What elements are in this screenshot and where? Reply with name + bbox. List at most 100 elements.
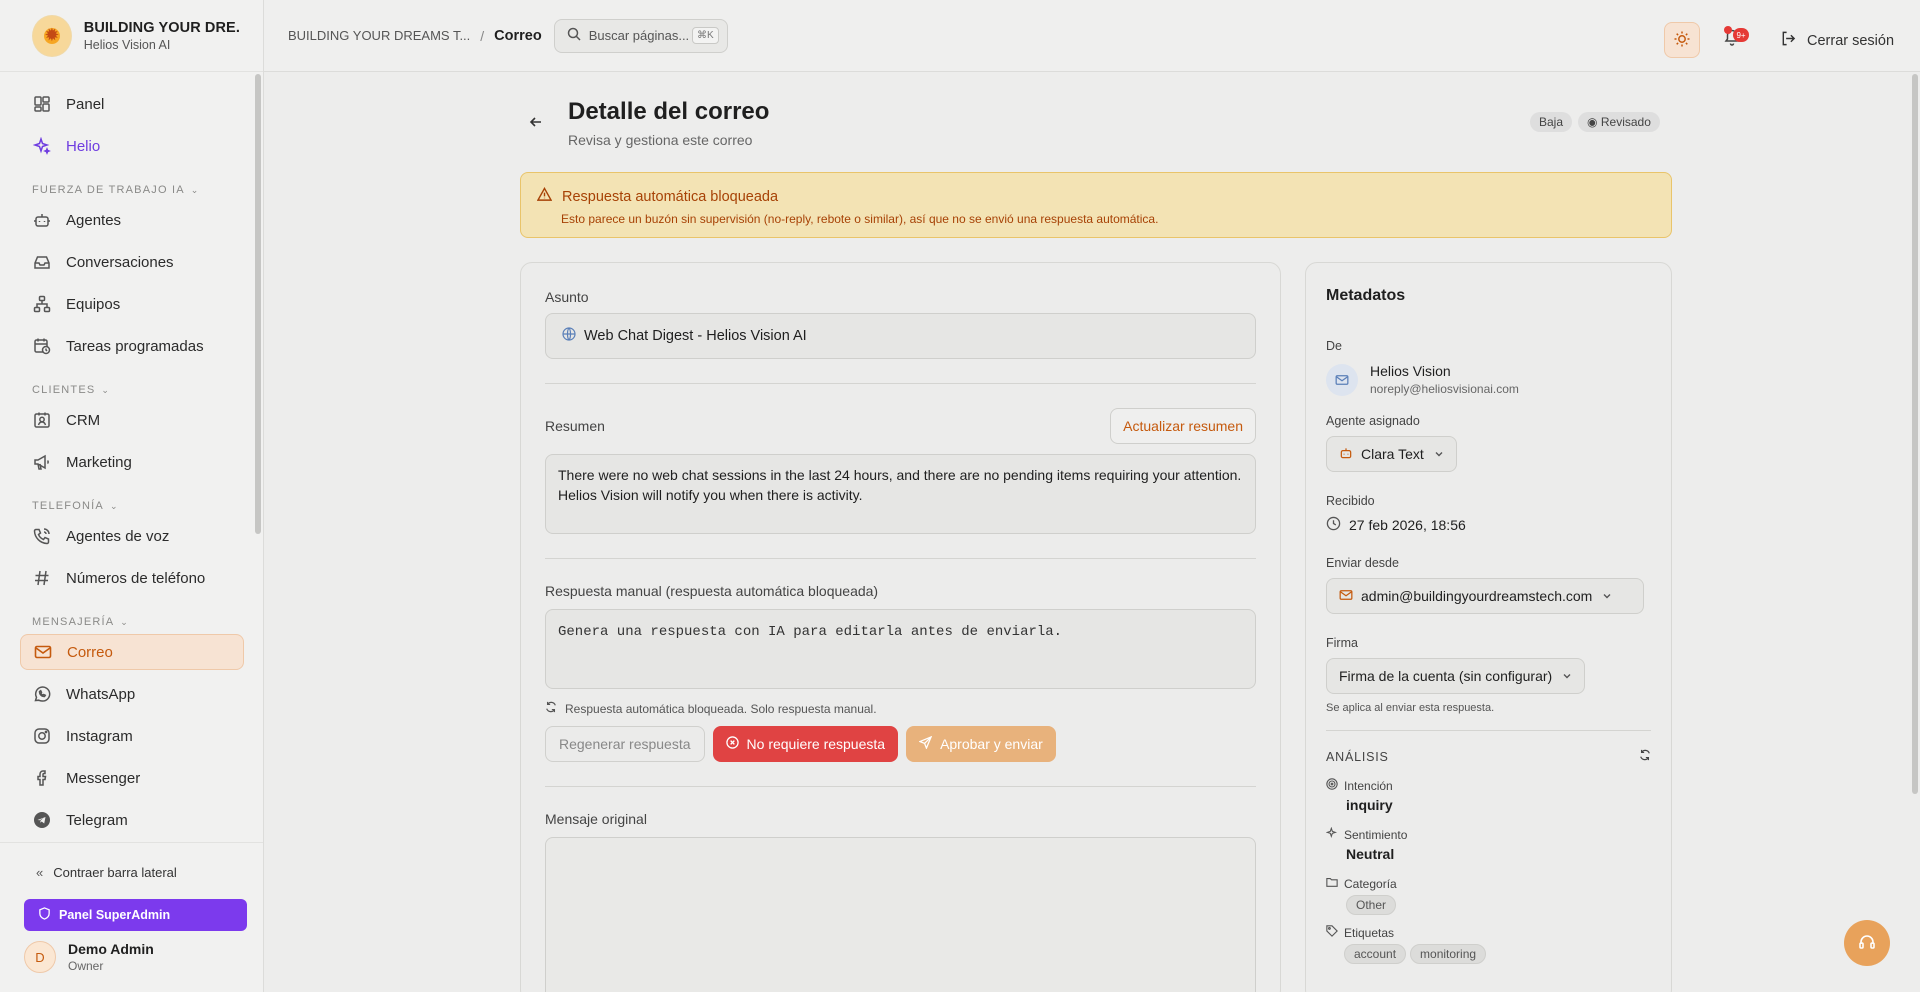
tag-icon bbox=[1326, 925, 1338, 940]
headset-icon bbox=[1858, 933, 1876, 954]
sentiment-label-row: Sentimiento bbox=[1325, 826, 1651, 842]
back-button[interactable] bbox=[528, 114, 544, 133]
sidebar-item-marketing[interactable]: Marketing bbox=[20, 444, 244, 480]
original-message-label: Mensaje original bbox=[545, 811, 647, 827]
sidebar-item-label: Equipos bbox=[66, 295, 121, 313]
sidebar-item-label: Tareas programadas bbox=[66, 337, 204, 355]
summary-textarea[interactable]: There were no web chat sessions in the l… bbox=[545, 454, 1256, 534]
check-circle-icon: ◉ bbox=[1587, 115, 1598, 129]
sidebar-item-panel[interactable]: Panel bbox=[20, 86, 244, 122]
received-date: 27 feb 2026, 18:56 bbox=[1349, 517, 1466, 533]
collapse-sidebar-button[interactable]: « Contraer barra lateral bbox=[24, 855, 247, 889]
section-label: TELEFONÍA bbox=[32, 500, 104, 512]
page-scrollbar[interactable] bbox=[1912, 74, 1918, 794]
section-label: FUERZA DE TRABAJO IA bbox=[32, 184, 185, 196]
sidebar-item-crm[interactable]: CRM bbox=[20, 402, 244, 438]
sidebar-item-label: Agentes de voz bbox=[66, 527, 170, 545]
approve-and-send-button[interactable]: Aprobar y enviar bbox=[906, 726, 1056, 762]
update-summary-button[interactable]: Actualizar resumen bbox=[1110, 408, 1256, 444]
chevron-down-icon bbox=[1434, 446, 1444, 462]
sidebar-item-whatsapp[interactable]: WhatsApp bbox=[20, 676, 244, 712]
search-icon bbox=[567, 27, 581, 44]
no-reply-label: No requiere respuesta bbox=[746, 736, 886, 752]
bot-icon bbox=[1339, 446, 1353, 463]
superadmin-panel-button[interactable]: Panel SuperAdmin bbox=[24, 899, 247, 931]
section-messaging[interactable]: MENSAJERÍA ⌄ bbox=[32, 616, 244, 628]
section-ai-workforce[interactable]: FUERZA DE TRABAJO IA ⌄ bbox=[32, 184, 244, 196]
breadcrumb-org[interactable]: BUILDING YOUR DREAMS T... bbox=[288, 28, 470, 43]
bot-icon bbox=[32, 210, 52, 230]
regenerate-reply-button[interactable]: Regenerar respuesta bbox=[545, 726, 705, 762]
sidebar-item-scheduled-tasks[interactable]: Tareas programadas bbox=[20, 328, 244, 364]
telegram-icon bbox=[32, 810, 52, 830]
intent-label: Intención bbox=[1344, 778, 1393, 793]
status-badge-label: Revisado bbox=[1600, 115, 1651, 129]
status-badge: ◉ Revisado bbox=[1578, 112, 1660, 132]
sidebar-item-agents[interactable]: Agentes bbox=[20, 202, 244, 238]
search-input[interactable]: Buscar páginas... ⌘K bbox=[553, 18, 728, 53]
sidebar-item-conversations[interactable]: Conversaciones bbox=[20, 244, 244, 280]
no-reply-needed-button[interactable]: No requiere respuesta bbox=[712, 726, 899, 762]
section-clients[interactable]: CLIENTES ⌄ bbox=[32, 384, 244, 396]
divider bbox=[545, 383, 1256, 384]
sidebar-item-label: Telegram bbox=[66, 811, 128, 829]
sidebar-footer: « Contraer barra lateral Panel SuperAdmi… bbox=[0, 842, 263, 992]
sidebar-item-label: Messenger bbox=[66, 769, 141, 787]
sidebar-item-label: CRM bbox=[66, 411, 101, 429]
analysis-label: ANÁLISIS bbox=[1326, 749, 1389, 764]
original-message-box[interactable] bbox=[545, 837, 1256, 992]
instagram-icon bbox=[32, 726, 52, 746]
tags-label: Etiquetas bbox=[1344, 925, 1395, 940]
chevron-down-icon: ⌄ bbox=[101, 384, 111, 395]
manual-reply-textarea[interactable]: Genera una respuesta con IA para editarl… bbox=[545, 609, 1256, 689]
refresh-icon bbox=[545, 701, 557, 716]
reply-actions: Regenerar respuesta No requiere respuest… bbox=[545, 726, 1256, 762]
facebook-icon bbox=[32, 768, 52, 788]
sidebar-item-instagram[interactable]: Instagram bbox=[20, 718, 244, 754]
metadata-card: Metadatos De Helios Vision noreply@helio… bbox=[1305, 262, 1672, 992]
email-detail-card: Asunto Web Chat Digest - Helios Vision A… bbox=[520, 262, 1281, 992]
sidebar-item-email[interactable]: Correo bbox=[20, 634, 244, 670]
signature-select[interactable]: Firma de la cuenta (sin configurar) bbox=[1326, 658, 1586, 694]
x-circle-icon bbox=[725, 736, 739, 752]
refresh-analysis-icon[interactable] bbox=[1639, 749, 1651, 764]
manual-reply-label: Respuesta manual (respuesta automática b… bbox=[545, 583, 879, 599]
signature-label: Firma bbox=[1326, 636, 1358, 650]
brand-header[interactable]: ✹ BUILDING YOUR DRE... Helios Vision AI bbox=[0, 0, 263, 72]
sidebar-item-messenger[interactable]: Messenger bbox=[20, 760, 244, 796]
page-title: Detalle del correo bbox=[568, 98, 770, 125]
section-telephony[interactable]: TELEFONÍA ⌄ bbox=[32, 500, 244, 512]
alert-title: Respuesta automática bloqueada bbox=[562, 188, 779, 205]
sidebar-item-teams[interactable]: Equipos bbox=[20, 286, 244, 322]
theme-toggle-button[interactable] bbox=[1664, 22, 1700, 58]
sidebar-item-phone-numbers[interactable]: Números de teléfono bbox=[20, 560, 244, 596]
sidebar-item-label: Números de teléfono bbox=[66, 569, 206, 587]
superadmin-label: Panel SuperAdmin bbox=[59, 908, 171, 922]
user-role: Owner bbox=[68, 959, 104, 973]
send-from-select[interactable]: admin@buildingyourdreamstech.com bbox=[1326, 578, 1644, 614]
avatar: D bbox=[24, 941, 56, 973]
sidebar-item-label: Instagram bbox=[66, 727, 133, 745]
divider bbox=[545, 786, 1256, 787]
assigned-agent-select[interactable]: Clara Text bbox=[1326, 436, 1457, 472]
divider bbox=[545, 558, 1256, 559]
mail-icon bbox=[1339, 588, 1353, 605]
collapse-label: Contraer barra lateral bbox=[53, 864, 177, 880]
chevron-down-icon: ⌄ bbox=[120, 616, 130, 627]
signature-note: Se aplica al enviar esta respuesta. bbox=[1326, 702, 1495, 714]
sidebar-item-helio[interactable]: Helio bbox=[20, 128, 244, 164]
intent-value: inquiry bbox=[1346, 797, 1393, 813]
logout-button[interactable]: Cerrar sesión bbox=[1780, 30, 1894, 51]
help-chat-button[interactable] bbox=[1844, 920, 1890, 966]
inbox-icon bbox=[32, 252, 52, 272]
user-profile[interactable]: D Demo Admin Owner bbox=[24, 941, 247, 973]
sidebar-item-voice-agents[interactable]: Agentes de voz bbox=[20, 518, 244, 554]
search-shortcut: ⌘K bbox=[692, 27, 719, 44]
approve-label: Aprobar y enviar bbox=[940, 736, 1043, 752]
section-label: CLIENTES bbox=[32, 384, 96, 396]
sidebar-scrollbar[interactable] bbox=[255, 74, 261, 534]
folder-icon bbox=[1326, 876, 1338, 891]
sidebar-item-telegram[interactable]: Telegram bbox=[20, 802, 244, 838]
sidebar-nav: Panel Helio FUERZA DE TRABAJO IA ⌄ Agente… bbox=[0, 72, 256, 842]
assigned-agent-value: Clara Text bbox=[1361, 446, 1424, 462]
